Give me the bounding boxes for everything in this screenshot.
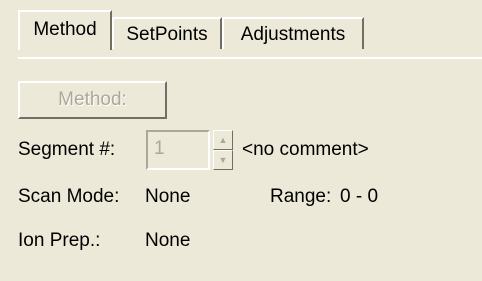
segment-label: Segment #: bbox=[18, 139, 116, 160]
scan-mode-value: None bbox=[145, 186, 191, 207]
method-button-label: Method: bbox=[58, 89, 127, 110]
tab-divider bbox=[18, 57, 482, 59]
segment-number-value: 1 bbox=[154, 138, 165, 159]
tab-method[interactable]: Method bbox=[18, 10, 112, 50]
scan-mode-label: Scan Mode: bbox=[18, 186, 120, 207]
tab-setpoints-label: SetPoints bbox=[126, 24, 208, 45]
segment-number-input[interactable]: 1 bbox=[146, 130, 210, 170]
method-button[interactable]: Method: bbox=[18, 81, 167, 119]
tab-adjustments[interactable]: Adjustments bbox=[222, 17, 364, 49]
ion-prep-label: Ion Prep.: bbox=[18, 230, 101, 251]
tab-method-label: Method bbox=[33, 19, 97, 40]
spin-up-icon[interactable]: ▲ bbox=[213, 130, 233, 150]
tab-setpoints[interactable]: SetPoints bbox=[112, 17, 222, 49]
segment-comment: <no comment> bbox=[242, 139, 369, 160]
spin-down-icon[interactable]: ▼ bbox=[213, 150, 233, 170]
tab-adjustments-label: Adjustments bbox=[240, 24, 346, 45]
range-label: Range: bbox=[270, 186, 332, 207]
segment-spinner: ▲ ▼ bbox=[213, 130, 233, 170]
range-value: 0 - 0 bbox=[340, 186, 379, 207]
ion-prep-value: None bbox=[145, 230, 191, 251]
